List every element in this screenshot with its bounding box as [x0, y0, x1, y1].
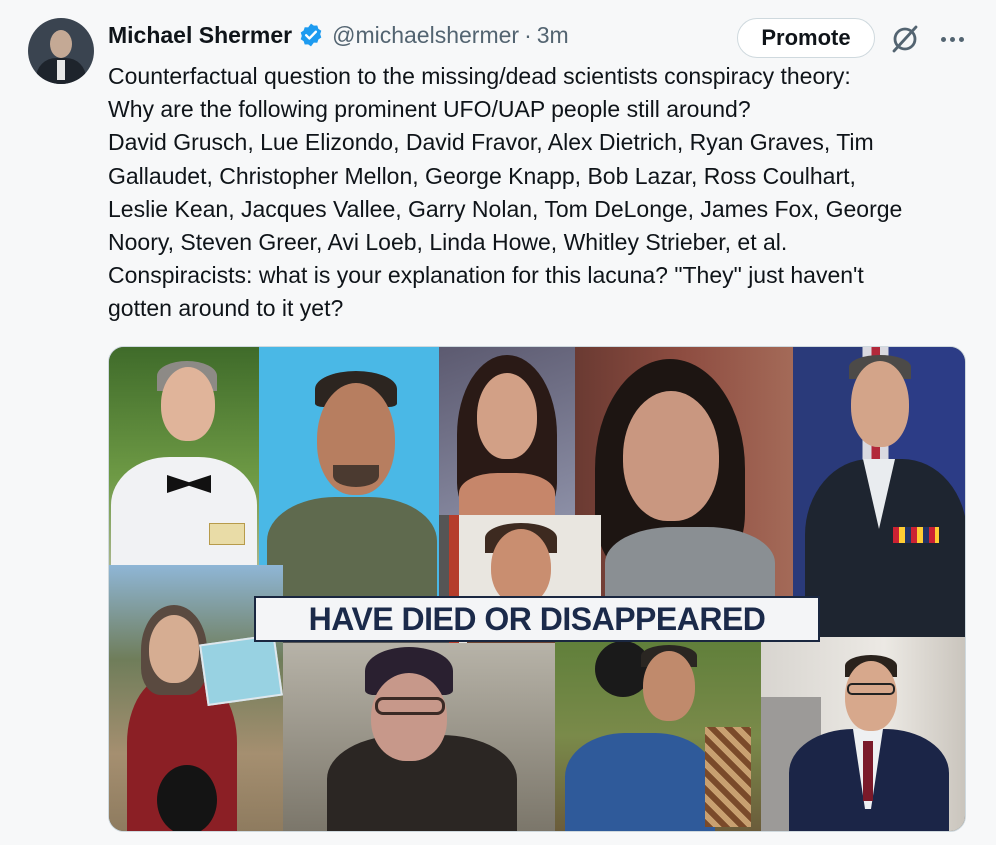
avatar[interactable]	[28, 18, 94, 84]
promote-button[interactable]: Promote	[737, 18, 875, 58]
separator-dot: ·	[524, 21, 532, 48]
photo-man-blue-background	[259, 347, 439, 597]
tweet-text-line: Leslie Kean, Jacques Vallee, Garry Nolan…	[108, 195, 903, 222]
tweet-text-line: Noory, Steven Greer, Avi Loeb, Linda How…	[108, 229, 788, 256]
photo-man-suit	[761, 637, 965, 831]
slashed-circle-icon[interactable]	[888, 22, 922, 56]
photo-woman-closeup	[575, 347, 793, 597]
tweet-text-line: gotten around to it yet?	[108, 295, 344, 322]
tweet-text-line: Conspiracists: what is your explanation …	[108, 262, 864, 289]
photo-man-beanie	[283, 643, 555, 831]
photo-man-bowtie	[109, 347, 259, 565]
tweet-text-line: Counterfactual question to the missing/d…	[108, 63, 851, 89]
author-handle[interactable]: @michaelshermer	[332, 22, 519, 49]
photo-hiker-with-dog	[555, 637, 761, 831]
tweet-text-line: Gallaudet, Christopher Mellon, George Kn…	[108, 162, 856, 189]
tweet-image[interactable]	[108, 346, 966, 832]
photo-military-officer	[793, 347, 965, 637]
tweet: Michael Shermer @michaelshermer · 3m Pro…	[0, 0, 996, 845]
tweet-text-line: Why are the following prominent UFO/UAP …	[108, 96, 751, 123]
author-name[interactable]: Michael Shermer	[108, 22, 292, 49]
media-banner-text: HAVE DIED OR DISAPPEARED	[254, 596, 820, 642]
tweet-header: Michael Shermer @michaelshermer · 3m	[108, 18, 569, 52]
more-dots-icon[interactable]	[934, 22, 970, 56]
verified-badge-icon	[300, 23, 322, 47]
tweet-timestamp[interactable]: 3m	[537, 22, 569, 49]
photo-woman-smiling	[439, 347, 575, 515]
tweet-text-line: David Grusch, Lue Elizondo, David Fravor…	[108, 129, 874, 156]
tweet-text: Counterfactual question to the missing/d…	[108, 60, 978, 326]
